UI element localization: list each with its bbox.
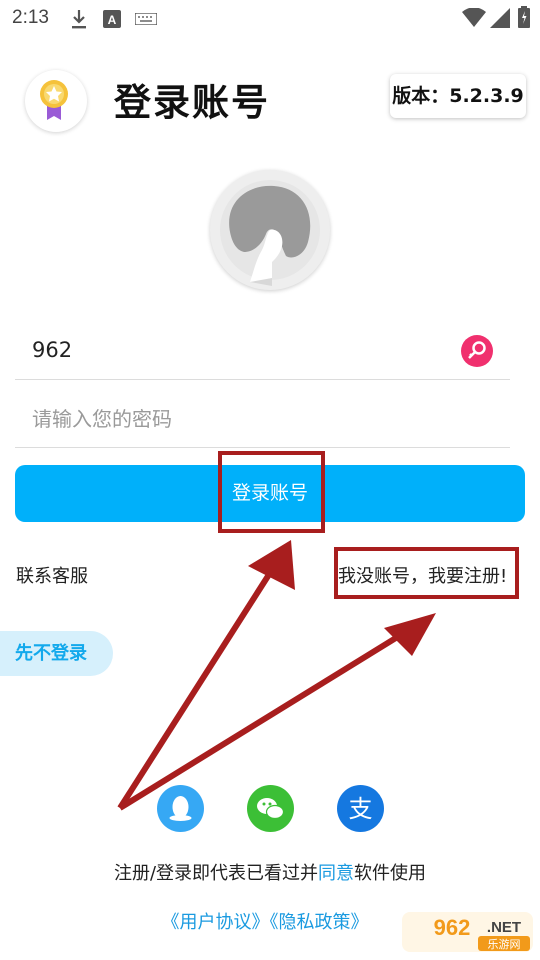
- keyboard-icon: [135, 13, 157, 25]
- medal-icon: [40, 80, 68, 120]
- woman-silhouette-icon: [220, 180, 320, 286]
- watermark-logo: 962 .NET 乐游网: [402, 912, 533, 952]
- privacy-policy-link[interactable]: 《隐私政策》: [270, 912, 369, 933]
- avatar: [210, 170, 330, 290]
- qq-icon: [169, 796, 192, 821]
- alipay-login-button[interactable]: 支: [337, 785, 384, 832]
- arrow-head-login: [248, 540, 295, 590]
- arrow-to-login: [117, 549, 287, 810]
- annotation-box-register: [334, 547, 519, 599]
- keyboard-a-icon: A: [103, 10, 121, 28]
- battery-icon: [518, 6, 530, 28]
- version-badge: 版本：5.2.3.9: [390, 74, 526, 118]
- arrow-head-register: [384, 613, 436, 656]
- user-agreement-link[interactable]: 《用户协议》: [162, 912, 270, 933]
- svg-text:962: 962: [434, 915, 471, 940]
- clear-username-icon[interactable]: [461, 335, 493, 367]
- svg-text:.NET: .NET: [487, 919, 521, 936]
- download-icon: [72, 10, 86, 29]
- app-logo: [25, 70, 87, 132]
- password-field[interactable]: [15, 390, 510, 448]
- agreement-text: 注册/登录即代表已看过并同意软件使用: [0, 859, 540, 885]
- signal-icon: [490, 8, 510, 28]
- alipay-icon: 支: [349, 795, 373, 823]
- arrow-to-register: [118, 617, 427, 811]
- wechat-icon: [257, 798, 285, 820]
- status-time: 2:13: [12, 7, 49, 28]
- status-bar: 2:13 A: [0, 0, 540, 38]
- agreement-prefix: 注册/登录即代表已看过并: [113, 863, 319, 884]
- skip-login-button[interactable]: 先不登录: [0, 631, 113, 676]
- password-input[interactable]: [32, 404, 452, 434]
- wechat-login-button[interactable]: [247, 785, 294, 832]
- qq-login-button[interactable]: [157, 785, 204, 832]
- username-value: 962: [32, 338, 73, 362]
- svg-text:支: 支: [349, 795, 373, 823]
- customer-service-link[interactable]: 联系客服: [16, 562, 88, 588]
- agree-link[interactable]: 同意: [318, 863, 354, 884]
- agreement-suffix: 软件使用: [354, 863, 427, 884]
- svg-text:乐游网: 乐游网: [488, 938, 521, 951]
- wifi-icon: [462, 8, 486, 27]
- page-title: 登录账号: [114, 81, 270, 124]
- svg-text:A: A: [108, 13, 117, 27]
- username-field[interactable]: 962: [15, 322, 510, 380]
- annotation-box-login: [218, 451, 325, 533]
